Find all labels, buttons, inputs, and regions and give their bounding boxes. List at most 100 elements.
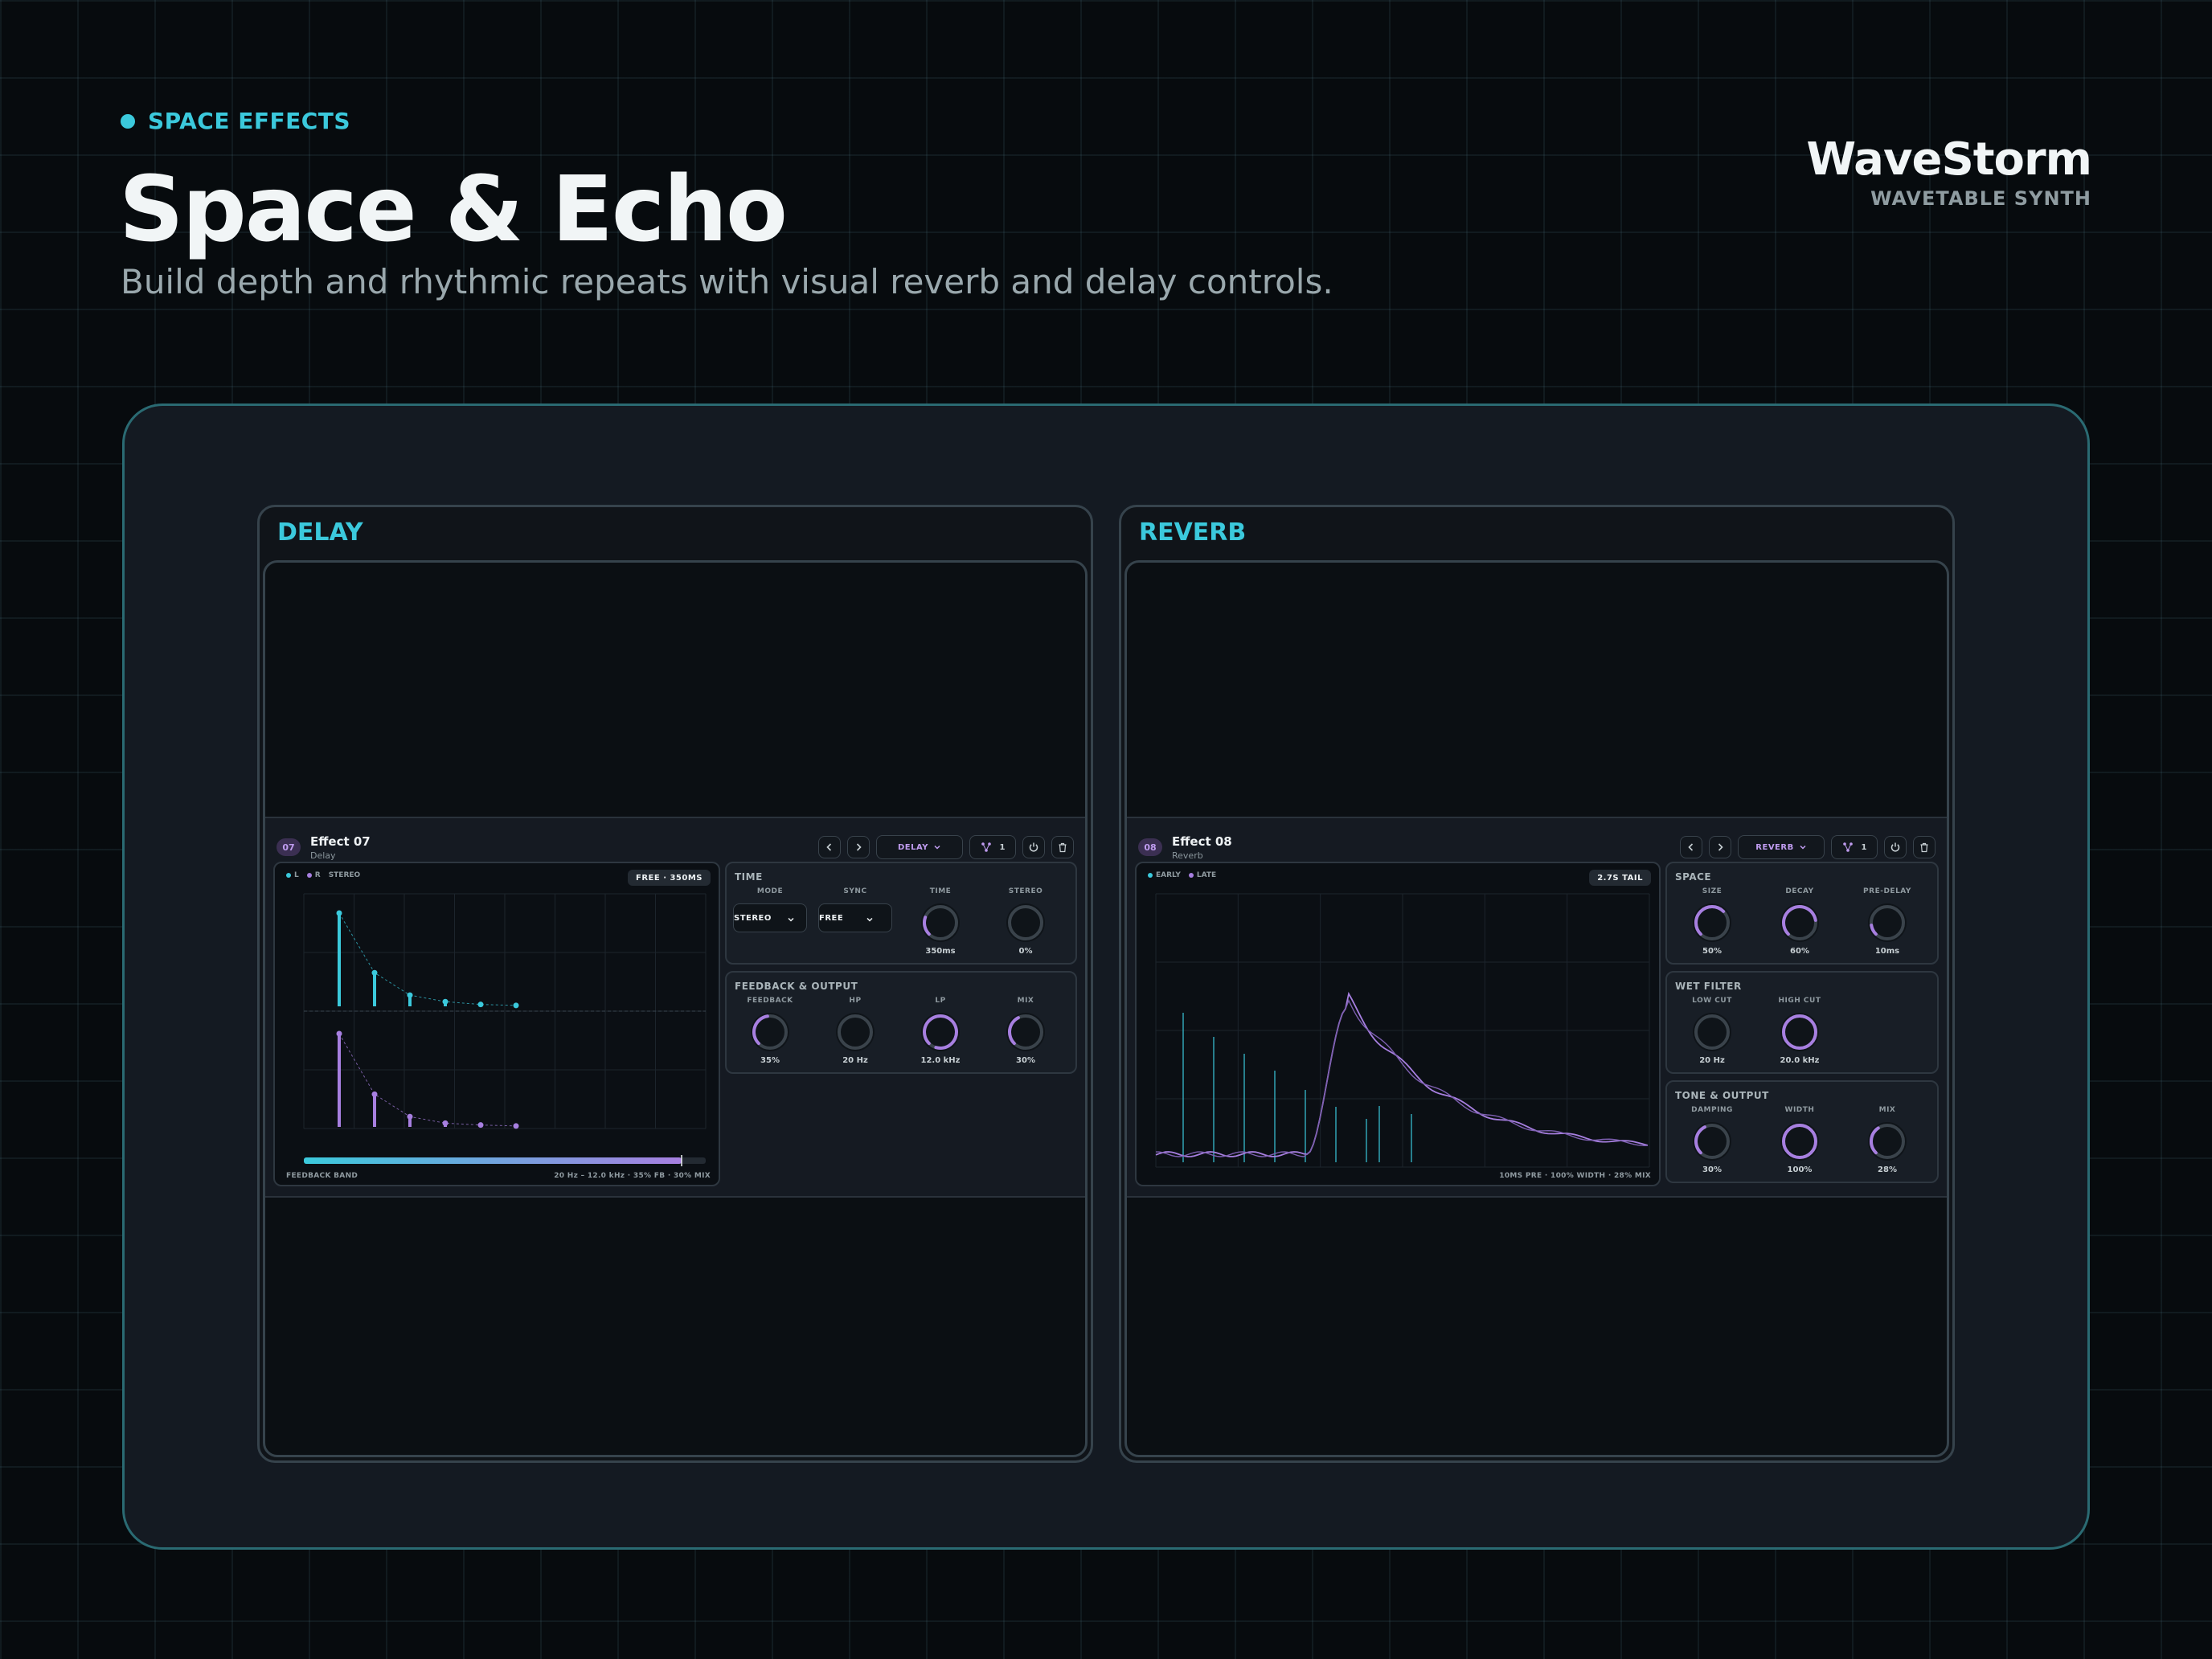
power-icon	[1890, 842, 1900, 852]
right-tap-point-6	[513, 1123, 519, 1129]
hp-knob[interactable]	[834, 1011, 876, 1053]
reverb-control-panels: SPACE SIZE 50% DECAY 60% PRE-DELAY 10ms …	[1665, 862, 1939, 1183]
effect-type: Delay	[310, 850, 336, 861]
time-panel-title: TIME	[735, 871, 763, 883]
delay-summary: 20 Hz – 12.0 kHz · 35% FB · 30% MIX	[554, 1172, 711, 1180]
prev-effect-button[interactable]	[1680, 836, 1702, 858]
sync-control: SYNC FREE	[817, 887, 894, 932]
predelay-knob[interactable]	[1866, 902, 1908, 944]
decay-knob-label: DECAY	[1785, 887, 1814, 895]
chevron-down-icon	[934, 845, 940, 850]
predelay-knob-label: PRE-DELAY	[1863, 887, 1911, 895]
left-tap-point-3	[407, 992, 413, 998]
routing-button[interactable]: 1	[1831, 835, 1878, 859]
feedback-knob-label: FEEDBACK	[747, 997, 793, 1005]
page-subtitle: Build depth and rhythmic repeats with vi…	[121, 262, 1333, 301]
time-knob[interactable]	[920, 902, 961, 944]
power-button[interactable]	[1884, 836, 1907, 858]
effect-number-badge: 07	[276, 838, 301, 856]
high-cut-knob-label: HIGH CUT	[1778, 997, 1821, 1005]
delay-module-header: 07 Effect 07 Delay DELAY 1	[276, 828, 1074, 866]
reverb-summary: 10MS PRE · 100% WIDTH · 28% MIX	[1499, 1172, 1651, 1180]
feedback-panel-title: FEEDBACK & OUTPUT	[735, 981, 858, 992]
chevron-down-icon	[1800, 845, 1806, 850]
delete-button[interactable]	[1051, 836, 1074, 858]
time-knob-value: 350ms	[925, 947, 956, 956]
size-knob-value: 50%	[1702, 947, 1722, 956]
effect-name: Effect 07	[310, 834, 371, 849]
sync-label: SYNC	[843, 887, 867, 895]
category-badge: SPACE EFFECTS	[121, 108, 350, 134]
delay-grid	[303, 893, 707, 1129]
brand-name: WaveStorm	[1806, 133, 2092, 186]
space-panel: SPACE SIZE 50% DECAY 60% PRE-DELAY 10ms	[1665, 862, 1939, 965]
effect-type-select[interactable]: DELAY	[876, 835, 963, 859]
width-knob-label: WIDTH	[1784, 1106, 1815, 1114]
route-icon	[1842, 842, 1853, 852]
brand-tagline: WAVETABLE SYNTH	[1870, 187, 2091, 210]
width-knob-control: WIDTH 100%	[1761, 1106, 1838, 1174]
right-tap-point-2	[371, 1091, 378, 1097]
size-knob[interactable]	[1691, 902, 1733, 944]
decay-knob[interactable]	[1779, 902, 1821, 944]
damping-knob[interactable]	[1691, 1120, 1733, 1162]
right-decay-envelope	[338, 1033, 517, 1127]
low-cut-knob[interactable]	[1691, 1011, 1733, 1053]
effect-type-select[interactable]: REVERB	[1738, 835, 1825, 859]
brand: WaveStorm WAVETABLE SYNTH	[1806, 133, 2092, 210]
high-cut-knob[interactable]	[1779, 1011, 1821, 1053]
delay-window: DELAY 07 Effect 07 Delay DELAY 1 L R STE…	[257, 505, 1093, 1463]
reverb-window: REVERB 08 Effect 08 Reverb REVERB 1 EARL…	[1119, 505, 1955, 1463]
routing-count: 1	[1861, 842, 1867, 852]
predelay-knob-value: 10ms	[1874, 947, 1900, 956]
knob-face	[1693, 1013, 1731, 1051]
reverb-mix-knob[interactable]	[1866, 1120, 1908, 1162]
power-button[interactable]	[1022, 836, 1045, 858]
effect-title: Effect 08 Reverb	[1172, 834, 1232, 861]
left-tap-point-6	[513, 1002, 519, 1009]
delete-button[interactable]	[1913, 836, 1936, 858]
decay-knob-control: DECAY 60%	[1761, 887, 1838, 956]
size-knob-label: SIZE	[1702, 887, 1722, 895]
reverb-impulse-plot	[1155, 893, 1650, 1168]
reverb-window-body: 08 Effect 08 Reverb REVERB 1 EARLY LATE …	[1124, 560, 1949, 1457]
delay-mix-knob-control: MIX 30%	[987, 997, 1064, 1065]
sync-select[interactable]: FREE	[818, 903, 892, 932]
prev-effect-button[interactable]	[818, 836, 841, 858]
routing-button[interactable]: 1	[969, 835, 1016, 859]
decay-knob-value: 60%	[1790, 947, 1809, 956]
time-knob-label: TIME	[929, 887, 952, 895]
knob-face	[1006, 1013, 1045, 1051]
stereo-knob[interactable]	[1005, 902, 1047, 944]
trash-icon	[1920, 842, 1928, 852]
lp-knob[interactable]	[920, 1011, 961, 1053]
reverb-grid	[1155, 893, 1650, 1168]
right-tap-point-5	[477, 1122, 484, 1129]
space-panel-title: SPACE	[1675, 871, 1712, 883]
mode-select[interactable]: STEREO	[733, 903, 807, 932]
mode-select-value: STEREO	[734, 913, 772, 923]
next-effect-button[interactable]	[1709, 836, 1731, 858]
knob-face	[921, 903, 960, 942]
sync-select-value: FREE	[819, 913, 844, 923]
next-effect-button[interactable]	[847, 836, 870, 858]
delay-tap-plot	[303, 893, 707, 1166]
right-tap-point-3	[407, 1113, 413, 1120]
width-knob[interactable]	[1779, 1120, 1821, 1162]
high-cut-knob-value: 20.0 kHz	[1780, 1056, 1820, 1065]
delay-mix-knob[interactable]	[1005, 1011, 1047, 1053]
feedback-knob-control: FEEDBACK 35%	[731, 997, 809, 1065]
badge-label: SPACE EFFECTS	[148, 108, 351, 134]
right-tap-point-1	[336, 1030, 342, 1037]
stereo-knob-value: 0%	[1018, 947, 1033, 956]
feedback-knob-value: 35%	[760, 1056, 780, 1065]
damping-knob-value: 30%	[1702, 1165, 1722, 1174]
predelay-knob-control: PRE-DELAY 10ms	[1849, 887, 1926, 956]
feedback-knob[interactable]	[749, 1011, 791, 1053]
low-cut-knob-label: LOW CUT	[1692, 997, 1732, 1005]
feedback-band-fill	[304, 1157, 682, 1164]
time-knob-control: TIME 350ms	[902, 887, 979, 956]
left-tap-point-1	[336, 910, 342, 916]
knob-face	[1693, 903, 1731, 942]
knob-face	[751, 1013, 789, 1051]
